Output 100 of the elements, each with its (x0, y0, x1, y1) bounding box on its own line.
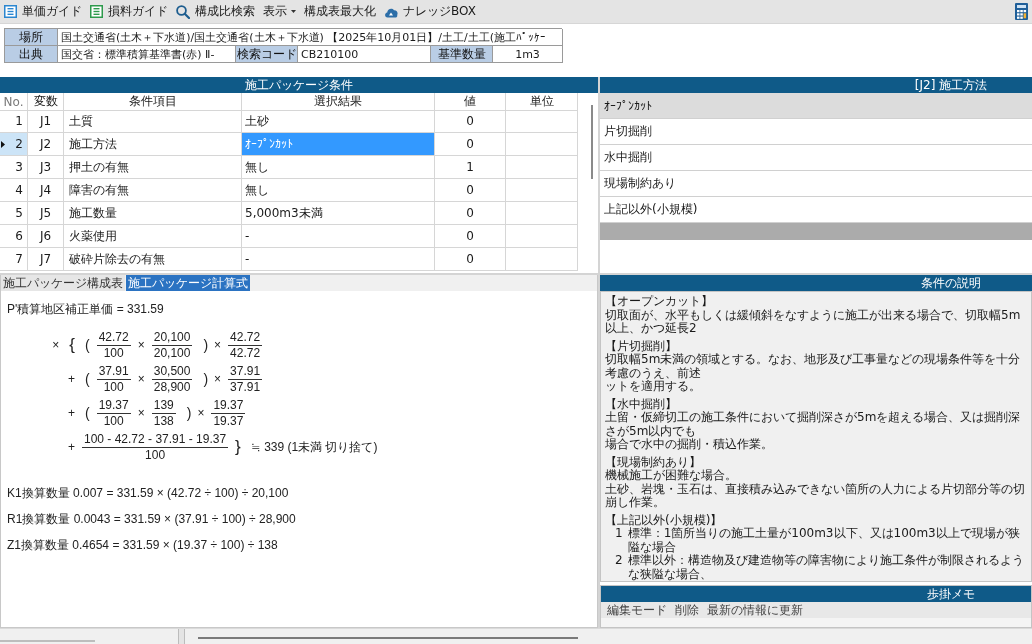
table-cell: J4 (28, 179, 64, 202)
fraction-numerator: 37.91 (97, 363, 130, 379)
table-cell: J7 (28, 248, 64, 271)
calculator-icon[interactable] (1015, 3, 1028, 20)
close-paren: ) (203, 337, 209, 353)
panel-title: 歩掛メモ (927, 585, 975, 603)
list-number: 2 (615, 554, 623, 569)
table-cell: 0 (435, 248, 506, 271)
toolbar-button[interactable]: 構成比検索 (173, 0, 258, 23)
table-cell: - (242, 225, 435, 248)
row-number: 5 (15, 206, 23, 220)
description-text: ットを適用する。 (605, 380, 702, 394)
scrollbar-thumb[interactable] (198, 637, 578, 639)
table-cell: 無し (242, 156, 435, 179)
open-brace: { (69, 335, 75, 355)
table-cell: 1 (435, 156, 506, 179)
fraction-denominator: 28,900 (152, 379, 192, 395)
row-header[interactable]: 3 (0, 156, 28, 179)
table-cell: 0 (435, 202, 506, 225)
list-number: 1 (615, 527, 623, 542)
splitter-handle[interactable] (178, 629, 185, 644)
field-label: 出典 (5, 46, 58, 63)
row-header[interactable]: 2 (0, 133, 28, 156)
fraction-denominator: 37.91 (229, 379, 262, 395)
table-cell: 0 (435, 225, 506, 248)
column-header: 値 (435, 93, 506, 111)
toolbar-button[interactable]: 単価ガイド (1, 0, 85, 23)
fraction-denominator: 19.37 (212, 413, 245, 429)
table-cell: 火薬使用 (64, 225, 242, 248)
memo-field[interactable] (601, 618, 1031, 627)
row-header[interactable]: 6 (0, 225, 28, 248)
fraction-numerator: 20,100 (152, 329, 192, 345)
row-number: 3 (15, 160, 23, 174)
section-heading: 【水中掘削】 (605, 397, 677, 411)
column-header: 単位 (506, 93, 578, 111)
option-item[interactable]: ｵｰﾌﾟﾝｶｯﾄ (600, 93, 1032, 119)
fraction-numerator: 139 (152, 397, 175, 413)
toolbar-button[interactable]: 構成表最大化 (301, 0, 379, 23)
times-sign: × (214, 372, 222, 386)
search-icon (176, 4, 190, 19)
description-text: 標準以外：構造物及び建造物等の障害物により施工条件が制限されるような狭隘な場合、 (627, 554, 1025, 581)
toolbar-button[interactable]: 表示 (260, 0, 299, 23)
row-number: 4 (15, 183, 23, 197)
caret-icon (291, 10, 296, 13)
toolbar-button[interactable]: ナレッジBOX (381, 0, 479, 23)
table-cell: 土質 (64, 110, 242, 133)
field-label: 基準数量 (431, 46, 493, 63)
memo-action[interactable]: 編集モード (607, 603, 667, 617)
table-cell: 障害の有無 (64, 179, 242, 202)
field-label: 検索コード (236, 46, 298, 63)
tab[interactable]: 施工パッケージ計算式 (126, 275, 250, 291)
row-number: 6 (15, 229, 23, 243)
toolbar-button[interactable]: 損料ガイド (87, 0, 171, 23)
description-text: 標準：1箇所当りの施工土量が100m3以下、又は100m3以上で現場が狭隘な場合 (627, 527, 1021, 554)
plus-sign: + (68, 372, 75, 386)
row-header[interactable]: 4 (0, 179, 28, 202)
times-sign: × (197, 406, 205, 420)
fraction-numerator: 42.72 (97, 329, 130, 345)
plus-sign: + (68, 406, 75, 420)
fraction-denominator: 20,100 (152, 345, 192, 361)
fraction-denominator: 138 (152, 413, 175, 429)
table-cell (506, 179, 578, 202)
tab[interactable]: 施工パッケージ構成表 (1, 275, 125, 291)
table-cell: 0 (435, 110, 506, 133)
description-text: 土留・仮締切工の施工条件において掘削深さが5mを超える場合、又は掘削深さが5m以内でも (605, 411, 1022, 438)
table-cell (506, 248, 578, 271)
column-header: 変数 (28, 93, 64, 111)
table-cell: 施工方法 (64, 133, 242, 156)
open-paren: ( (85, 405, 90, 421)
table-cell: J5 (28, 202, 64, 225)
scrollbar-thumb[interactable] (0, 640, 95, 642)
column-header: 条件項目 (64, 93, 242, 111)
plus-sign: + (68, 440, 75, 454)
field-value: 国土交通省(土木＋下水道)/国土交通省(土木＋下水道) 【2025年10月01日】/土工/土工(施工ﾊﾟｯｹｰ (58, 29, 563, 46)
panel-title: [J2] 施工方法 (914, 76, 988, 94)
scrollbar-thumb[interactable] (591, 105, 593, 179)
column-header: 選択結果 (242, 93, 435, 111)
fraction-numerator: 30,500 (152, 363, 192, 379)
table-cell: 5,000m3未満 (242, 202, 435, 225)
table-cell: 押土の有無 (64, 156, 242, 179)
table-cell: J3 (28, 156, 64, 179)
fraction-numerator: 100 - 42.72 - 37.91 - 19.37 (83, 431, 228, 447)
row-header[interactable]: 7 (0, 248, 28, 271)
table-cell (506, 156, 578, 179)
memo-action[interactable]: 最新の情報に更新 (707, 603, 803, 617)
description-text: 場合で水中の掘削・積込作業。 (605, 438, 774, 452)
section-heading: 【上記以外(小規模)】 (605, 513, 723, 527)
memo-action[interactable]: 削除 (675, 603, 699, 617)
fraction-numerator: 37.91 (229, 363, 262, 379)
field-value: 国交省：標準積算基準書(赤) Ⅱ- (58, 46, 236, 63)
open-paren: ( (85, 337, 90, 353)
formula-line: R1換算数量 0.0043 = 331.59 × (37.91 ÷ 100) ÷ 28,900 (7, 511, 296, 528)
times-sign: × (52, 338, 60, 352)
row-marker-icon (1, 140, 5, 148)
column-header: No. (0, 93, 28, 111)
row-header[interactable]: 5 (0, 202, 28, 225)
table-cell: ｵｰﾌﾟﾝｶｯﾄ (242, 133, 435, 156)
fraction-denominator: 100 (102, 413, 125, 429)
row-number: 1 (15, 114, 23, 128)
panel-title: 施工パッケージ条件 (245, 77, 353, 94)
